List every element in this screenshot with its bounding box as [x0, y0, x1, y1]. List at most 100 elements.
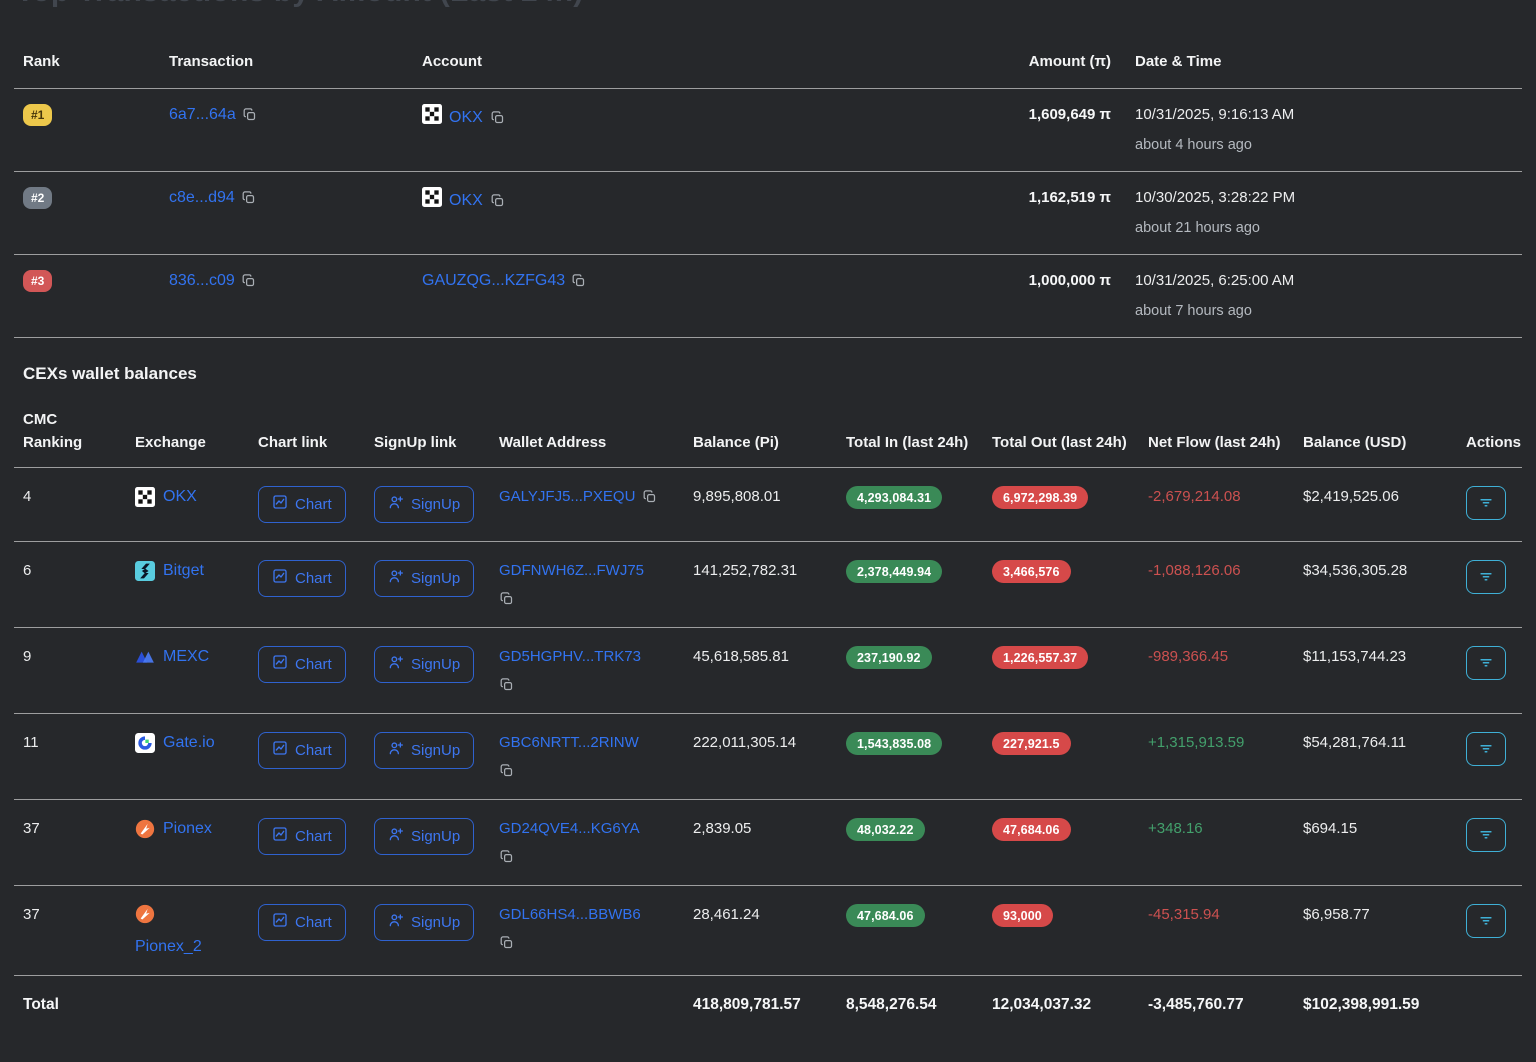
balance-usd-value: $34,536,305.28: [1294, 542, 1457, 628]
datetime-value: 10/31/2025, 9:16:13 AM: [1135, 104, 1514, 125]
total-out-badge: 227,921.5: [992, 732, 1071, 755]
copy-icon[interactable]: [490, 110, 505, 125]
account-link[interactable]: OKX: [449, 190, 483, 211]
signup-button[interactable]: SignUp: [374, 560, 474, 597]
chart-button[interactable]: Chart: [258, 818, 346, 855]
table-row: #3 836...c09 GAUZQG...KZFG43 1,000,000 π…: [14, 255, 1522, 338]
header-rank: Rank: [14, 10, 160, 89]
signup-button[interactable]: SignUp: [374, 486, 474, 523]
transaction-link[interactable]: c8e...d94: [169, 187, 235, 208]
total-in-badge: 2,378,449.94: [846, 560, 942, 583]
chart-icon: [272, 568, 288, 589]
copy-icon[interactable]: [499, 935, 514, 953]
balance-usd-value: $6,958.77: [1294, 886, 1457, 976]
actions-filter-button[interactable]: [1466, 904, 1506, 938]
exchange-link[interactable]: OKX: [163, 486, 197, 507]
chart-button[interactable]: Chart: [258, 732, 346, 769]
signup-button[interactable]: SignUp: [374, 646, 474, 683]
header-actions: Actions: [1457, 384, 1522, 468]
exchange-link[interactable]: Bitget: [163, 560, 204, 581]
chart-button[interactable]: Chart: [258, 646, 346, 683]
table-row: 37 Pionex Chart SignUp: [14, 800, 1522, 886]
wallet-address-link[interactable]: GD5HGPHV...TRK73: [499, 648, 641, 665]
copy-icon[interactable]: [499, 849, 514, 867]
copy-icon[interactable]: [490, 193, 505, 208]
copy-icon[interactable]: [499, 763, 514, 781]
table-row: 37 Pionex_2 Chart SignUp: [14, 886, 1522, 976]
cmc-ranking-value: 9: [14, 628, 126, 714]
chart-icon: [272, 740, 288, 761]
copy-icon[interactable]: [241, 273, 256, 288]
signup-button[interactable]: SignUp: [374, 818, 474, 855]
total-in-badge: 48,032.22: [846, 818, 925, 841]
exchange-link[interactable]: Pionex_2: [135, 936, 202, 957]
account-link[interactable]: GAUZQG...KZFG43: [422, 270, 565, 291]
balance-pi-value: 222,011,305.14: [684, 714, 837, 800]
balance-usd-value: $694.15: [1294, 800, 1457, 886]
relative-time: about 21 hours ago: [1135, 218, 1514, 239]
copy-icon[interactable]: [499, 677, 514, 695]
copy-icon[interactable]: [241, 190, 256, 205]
account-link[interactable]: OKX: [449, 107, 483, 128]
filter-icon: [1477, 825, 1495, 846]
total-in-badge: 47,684.06: [846, 904, 925, 927]
actions-filter-button[interactable]: [1466, 646, 1506, 680]
cmc-ranking-value: 4: [14, 468, 126, 542]
header-balance-usd: Balance (USD): [1294, 384, 1457, 468]
table-row: 4 OKX Chart SignUp: [14, 468, 1522, 542]
chart-button[interactable]: Chart: [258, 486, 346, 523]
balance-usd-value: $54,281,764.11: [1294, 714, 1457, 800]
copy-icon[interactable]: [242, 107, 257, 122]
user-plus-icon: [388, 568, 404, 589]
header-chart-link: Chart link: [249, 384, 365, 468]
actions-filter-button[interactable]: [1466, 732, 1506, 766]
signup-button[interactable]: SignUp: [374, 732, 474, 769]
header-cmc-ranking: CMC Ranking: [14, 384, 126, 468]
wallet-address-link[interactable]: GALYJFJ5...PXEQU: [499, 486, 635, 507]
total-out-badge: 1,226,557.37: [992, 646, 1088, 669]
rank-badge: #2: [23, 187, 52, 209]
net-flow-value: +348.16: [1139, 800, 1294, 886]
page-title: Top Transactions by Amount (Last 24h): [16, 0, 1522, 10]
total-out-badge: 47,684.06: [992, 818, 1071, 841]
wallet-address-link[interactable]: GDFNWH6Z...FWJ75: [499, 562, 644, 579]
actions-filter-button[interactable]: [1466, 560, 1506, 594]
chart-button[interactable]: Chart: [258, 904, 346, 941]
wallet-address-link[interactable]: GD24QVE4...KG6YA: [499, 820, 640, 837]
user-plus-icon: [388, 912, 404, 933]
copy-icon[interactable]: [499, 591, 514, 609]
cex-balances-table: CMC Ranking Exchange Chart link SignUp l…: [14, 384, 1522, 1062]
filter-icon: [1477, 739, 1495, 760]
header-amount: Amount (π): [711, 10, 1131, 89]
user-plus-icon: [388, 654, 404, 675]
total-label: Total: [14, 976, 126, 1062]
exchange-link[interactable]: Gate.io: [163, 732, 215, 753]
signup-button[interactable]: SignUp: [374, 904, 474, 941]
header-transaction: Transaction: [160, 10, 413, 89]
user-plus-icon: [388, 740, 404, 761]
transaction-link[interactable]: 6a7...64a: [169, 104, 236, 125]
table-row: #1 6a7...64a OKX 1,609,649 π 1: [14, 89, 1522, 172]
total-in-badge: 237,190.92: [846, 646, 932, 669]
page-container: Top Transactions by Amount (Last 24h) Ra…: [0, 0, 1536, 1062]
net-flow-value: +1,315,913.59: [1139, 714, 1294, 800]
actions-filter-button[interactable]: [1466, 818, 1506, 852]
chart-button[interactable]: Chart: [258, 560, 346, 597]
actions-filter-button[interactable]: [1466, 486, 1506, 520]
total-row: Total 418,809,781.57 8,548,276.54 12,034…: [14, 976, 1522, 1062]
exchange-link[interactable]: MEXC: [163, 646, 209, 667]
total-net-flow: -3,485,760.77: [1139, 976, 1294, 1062]
wallet-address-link[interactable]: GBC6NRTT...2RINW: [499, 734, 639, 751]
wallet-address-link[interactable]: GDL66HS4...BBWB6: [499, 906, 641, 923]
exchange-link[interactable]: Pionex: [163, 818, 212, 839]
copy-icon[interactable]: [571, 273, 586, 288]
transaction-link[interactable]: 836...c09: [169, 270, 235, 291]
header-exchange: Exchange: [126, 384, 249, 468]
net-flow-value: -989,366.45: [1139, 628, 1294, 714]
table-row: #2 c8e...d94 OKX 1,162,519 π 1: [14, 172, 1522, 255]
gateio-logo-icon: [135, 733, 155, 753]
chart-icon: [272, 654, 288, 675]
balance-pi-value: 45,618,585.81: [684, 628, 837, 714]
total-balance-pi: 418,809,781.57: [684, 976, 837, 1062]
copy-icon[interactable]: [642, 489, 657, 504]
